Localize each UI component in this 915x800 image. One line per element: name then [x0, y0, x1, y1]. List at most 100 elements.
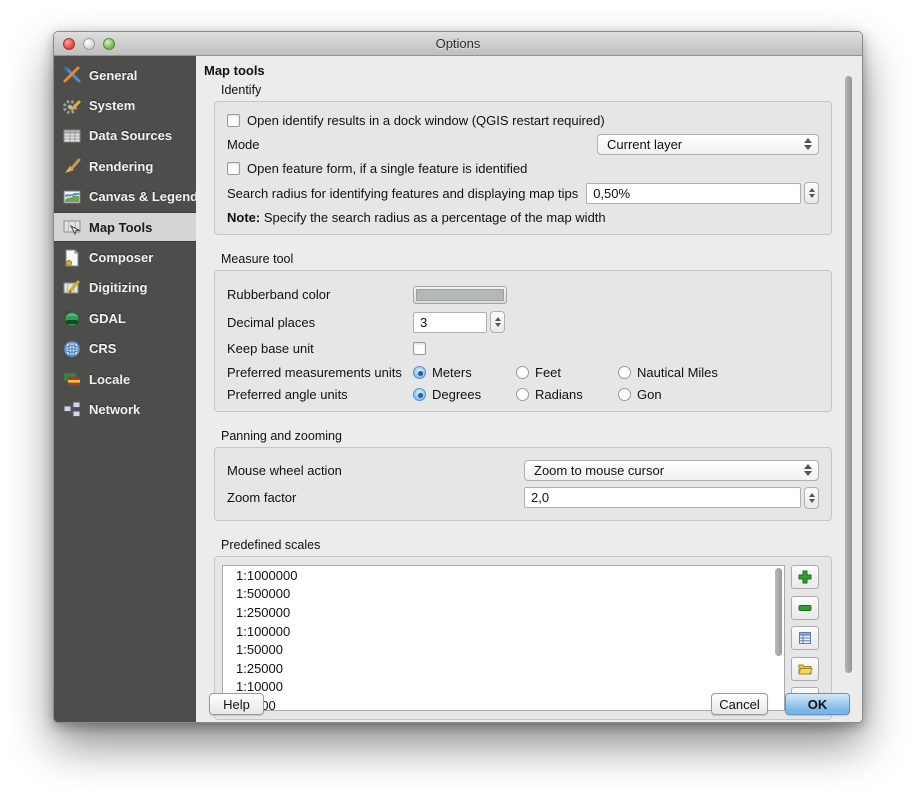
sidebar-item-network[interactable]: Network [54, 394, 196, 424]
radio-gon-label: Gon [637, 387, 662, 402]
decimal-places-spinner[interactable] [490, 311, 505, 333]
measure-groupbox: Rubberband color Decimal places 3 Keep b… [214, 270, 832, 412]
mouse-wheel-value: Zoom to mouse cursor [534, 463, 664, 478]
zoom-factor-input[interactable]: 2,0 [524, 487, 801, 508]
radio-feet[interactable]: Feet [516, 365, 618, 380]
mode-dropdown[interactable]: Current layer [597, 134, 819, 155]
help-button[interactable]: Help [209, 693, 264, 715]
sidebar-item-label: Composer [89, 250, 153, 265]
keep-base-unit-label: Keep base unit [227, 341, 413, 356]
radio-degrees-label: Degrees [432, 387, 481, 402]
rubberband-color-button[interactable] [413, 286, 507, 304]
add-scale-button[interactable] [791, 565, 819, 589]
feature-form-label: Open feature form, if a single feature i… [247, 161, 527, 176]
radio-radians[interactable]: Radians [516, 387, 618, 402]
sidebar-item-label: Network [89, 402, 140, 417]
sidebar-item-digitizing[interactable]: Digitizing [54, 273, 196, 303]
sidebar-item-crs[interactable]: CRS [54, 334, 196, 364]
radio-button-icon [618, 366, 631, 379]
keep-base-unit-checkbox[interactable] [413, 342, 426, 355]
globe-grid-icon [62, 339, 82, 359]
mouse-wheel-dropdown[interactable]: Zoom to mouse cursor [524, 460, 819, 481]
import-scales-button[interactable] [791, 657, 819, 681]
search-radius-label: Search radius for identifying features a… [227, 186, 578, 201]
sidebar-item-label: Locale [89, 372, 130, 387]
ok-button-label: OK [808, 697, 828, 712]
ok-button[interactable]: OK [785, 693, 850, 715]
sidebar-item-label: Data Sources [89, 128, 172, 143]
help-button-label: Help [223, 697, 250, 712]
table-icon [62, 126, 82, 146]
sidebar-item-composer[interactable]: Composer [54, 242, 196, 272]
sidebar-item-gdal[interactable]: GDAL [54, 303, 196, 333]
sidebar-item-locale[interactable]: Locale [54, 364, 196, 394]
radio-button-icon [516, 388, 529, 401]
chevron-updown-icon [804, 138, 812, 150]
gdal-globe-icon [62, 308, 82, 328]
feature-form-checkbox[interactable] [227, 162, 240, 175]
map-pencil-icon [62, 278, 82, 298]
scale-item[interactable]: 1:500000 [223, 585, 784, 604]
add-plus-icon [797, 569, 813, 585]
mouse-wheel-label: Mouse wheel action [227, 463, 342, 478]
sidebar-item-system[interactable]: System [54, 90, 196, 120]
panning-section-label: Panning and zooming [221, 429, 862, 443]
network-computers-icon [62, 399, 82, 419]
document-icon [62, 248, 82, 268]
remove-minus-icon [797, 600, 813, 616]
close-button[interactable] [63, 38, 75, 50]
scale-item[interactable]: 1:100000 [223, 622, 784, 641]
zoom-factor-spinner[interactable] [804, 487, 819, 509]
open-folder-icon [797, 661, 813, 677]
sidebar-item-label: System [89, 98, 135, 113]
dock-window-label: Open identify results in a dock window (… [247, 113, 605, 128]
list-scrollbar[interactable] [775, 568, 782, 656]
content-scrollbar[interactable] [845, 76, 852, 673]
remove-scale-button[interactable] [791, 596, 819, 620]
radio-nautical-miles[interactable]: Nautical Miles [618, 365, 718, 380]
radio-gon[interactable]: Gon [618, 387, 662, 402]
scale-item[interactable]: 1:50000 [223, 640, 784, 659]
predefined-scales-list[interactable]: 1:1000000 1:500000 1:250000 1:100000 1:5… [222, 565, 785, 711]
decimal-places-label: Decimal places [227, 315, 413, 330]
radio-degrees[interactable]: Degrees [413, 387, 516, 402]
cancel-button[interactable]: Cancel [711, 693, 768, 715]
minimize-button[interactable] [83, 38, 95, 50]
decimal-places-value: 3 [420, 315, 427, 330]
tools-crossed-icon [62, 65, 82, 85]
gear-wrench-icon [62, 96, 82, 116]
radio-nautical-miles-label: Nautical Miles [637, 365, 718, 380]
zoom-button[interactable] [103, 38, 115, 50]
search-radius-spinner[interactable] [804, 182, 819, 204]
title-bar[interactable]: Options [54, 32, 862, 56]
sidebar-item-general[interactable]: General [54, 60, 196, 90]
sidebar-item-data-sources[interactable]: Data Sources [54, 121, 196, 151]
radio-radians-label: Radians [535, 387, 583, 402]
scale-item[interactable]: 1:1000000 [223, 566, 784, 585]
search-radius-input[interactable]: 0,50% [586, 183, 801, 204]
mode-value: Current layer [607, 137, 682, 152]
sidebar-item-map-tools[interactable]: Map Tools [54, 212, 196, 242]
search-radius-value: 0,50% [593, 186, 630, 201]
sidebar-item-label: Canvas & Legend [89, 189, 198, 204]
decimal-places-input[interactable]: 3 [413, 312, 487, 333]
sidebar-item-label: Digitizing [89, 280, 148, 295]
radio-button-icon [413, 388, 426, 401]
map-cursor-icon [62, 217, 82, 237]
default-list-icon [797, 630, 813, 646]
scale-item[interactable]: 1:25000 [223, 659, 784, 678]
default-scales-button[interactable] [791, 626, 819, 650]
rubberband-color-label: Rubberband color [227, 287, 413, 302]
scales-section-label: Predefined scales [221, 538, 862, 552]
panning-groupbox: Mouse wheel action Zoom to mouse cursor … [214, 447, 832, 521]
dock-window-checkbox[interactable] [227, 114, 240, 127]
sidebar-item-label: Rendering [89, 159, 153, 174]
sidebar-item-canvas-legend[interactable]: Canvas & Legend [54, 182, 196, 212]
identify-section-label: Identify [221, 83, 862, 97]
mode-label: Mode [227, 137, 260, 152]
measure-units-label: Preferred measurements units [227, 365, 413, 380]
angle-units-label: Preferred angle units [227, 387, 413, 402]
scale-item[interactable]: 1:250000 [223, 603, 784, 622]
radio-meters[interactable]: Meters [413, 365, 516, 380]
sidebar-item-rendering[interactable]: Rendering [54, 151, 196, 181]
